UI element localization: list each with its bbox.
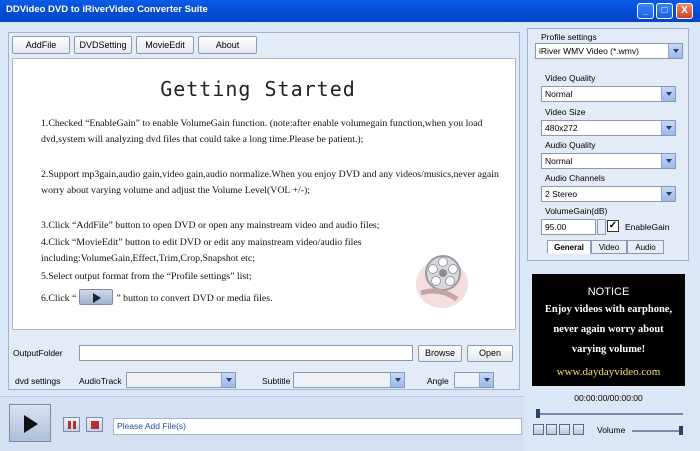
maximize-button[interactable]: □ xyxy=(656,3,673,19)
guide-step-3: 3.Click “AddFile” button to open DVD or … xyxy=(41,220,380,231)
getting-started-title: Getting Started xyxy=(160,77,356,101)
video-quality-select[interactable]: Normal xyxy=(541,86,676,102)
snapshot-button[interactable] xyxy=(573,424,584,435)
video-quality-value: Normal xyxy=(545,89,573,99)
angle-label: Angle xyxy=(427,376,449,386)
browse-button[interactable]: Browse xyxy=(418,345,462,362)
chevron-down-icon xyxy=(661,87,675,101)
subtitle-select[interactable] xyxy=(293,372,405,388)
subtitle-label: Subtitle xyxy=(262,376,291,386)
play-icon xyxy=(79,289,114,305)
getting-started-panel: Getting Started 1.Checked “EnableGain” t… xyxy=(12,58,516,330)
enable-gain-checkbox[interactable]: ✓ xyxy=(607,220,619,232)
notice-url[interactable]: www.daydayvideo.com xyxy=(532,366,685,378)
about-button[interactable]: About xyxy=(198,36,257,54)
chevron-down-icon xyxy=(661,154,675,168)
title-bar: DDVideo DVD to iRiverVideo Converter Sui… xyxy=(0,0,700,22)
stop-button[interactable] xyxy=(86,417,103,432)
audio-track-label: AudioTrack xyxy=(79,376,122,386)
notice-banner: NOTICE Enjoy videos with earphone, never… xyxy=(532,274,685,386)
guide-step-6-end: ” button to convert DVD or media files. xyxy=(116,293,273,304)
add-file-button[interactable]: AddFile xyxy=(12,36,70,54)
tab-video[interactable]: Video xyxy=(591,240,627,254)
window-title: DDVideo DVD to iRiverVideo Converter Sui… xyxy=(6,4,208,15)
video-size-value: 480x272 xyxy=(545,123,578,133)
chevron-down-icon xyxy=(668,44,682,58)
film-reel-icon xyxy=(416,255,468,308)
close-button[interactable]: X xyxy=(676,3,693,19)
volume-label: Volume xyxy=(597,425,626,435)
video-size-label: Video Size xyxy=(545,107,586,117)
audio-channels-value: 2 Stereo xyxy=(545,189,578,199)
guide-step-1: 1.Checked “EnableGain” to enable VolumeG… xyxy=(41,118,483,145)
video-quality-label: Video Quality xyxy=(545,73,596,83)
movie-edit-button[interactable]: MovieEdit xyxy=(136,36,194,54)
output-folder-label: OutputFolder xyxy=(13,348,63,358)
pause-button[interactable] xyxy=(63,417,80,432)
audio-channels-select[interactable]: 2 Stereo xyxy=(541,186,676,202)
audio-quality-label: Audio Quality xyxy=(545,140,596,150)
enable-gain-label: EnableGain xyxy=(625,222,670,232)
status-bar: Please Add File(s) xyxy=(113,418,522,435)
notice-line-2: never again worry about xyxy=(553,324,664,335)
output-folder-input[interactable] xyxy=(79,345,413,361)
volume-handle[interactable] xyxy=(679,426,683,435)
chevron-down-icon xyxy=(661,121,675,135)
stop-icon xyxy=(91,421,99,429)
chevron-down-icon xyxy=(390,373,404,387)
notice-line-3: varying volume! xyxy=(571,344,646,355)
dvd-setting-button[interactable]: DVDSetting xyxy=(74,36,132,54)
chevron-down-icon xyxy=(479,373,493,387)
preview-stop-button[interactable] xyxy=(559,424,570,435)
volume-gain-label: VolumeGain(dB) xyxy=(545,206,608,216)
preview-play-button[interactable] xyxy=(533,424,544,435)
video-size-select[interactable]: 480x272 xyxy=(541,120,676,136)
audio-track-select[interactable] xyxy=(126,372,236,388)
tab-general[interactable]: General xyxy=(547,240,591,254)
profile-settings-label: Profile settings xyxy=(541,32,597,42)
audio-quality-select[interactable]: Normal xyxy=(541,153,676,169)
profile-select[interactable]: iRiver WMV Video (*.wmv) xyxy=(535,43,683,59)
preview-pause-button[interactable] xyxy=(546,424,557,435)
seek-track[interactable] xyxy=(537,413,683,415)
audio-quality-value: Normal xyxy=(545,156,573,166)
convert-play-button[interactable] xyxy=(9,404,51,442)
volume-gain-input[interactable]: 95.00 xyxy=(541,219,596,235)
notice-title: NOTICE xyxy=(587,286,630,298)
pause-icon xyxy=(68,421,76,429)
seek-handle[interactable] xyxy=(536,409,540,418)
notice-line-1: Enjoy videos with earphone, xyxy=(544,304,673,315)
angle-select[interactable] xyxy=(454,372,494,388)
dvd-settings-label: dvd settings xyxy=(15,376,61,386)
minimize-button[interactable]: _ xyxy=(637,3,654,19)
audio-channels-label: Audio Channels xyxy=(545,173,606,183)
volume-track[interactable] xyxy=(632,430,682,432)
open-button[interactable]: Open xyxy=(467,345,513,362)
guide-step-6-start: 6.Click “ xyxy=(41,293,77,304)
guide-step-2: 2.Support mp3gain,audio gain,video gain,… xyxy=(41,169,499,196)
tab-audio[interactable]: Audio xyxy=(627,240,664,254)
timecode: 00:00:00/00:00:00 xyxy=(574,393,643,403)
profile-value: iRiver WMV Video (*.wmv) xyxy=(539,46,639,56)
chevron-down-icon xyxy=(661,187,675,201)
chevron-down-icon xyxy=(221,373,235,387)
volume-gain-spinner[interactable] xyxy=(597,219,606,235)
